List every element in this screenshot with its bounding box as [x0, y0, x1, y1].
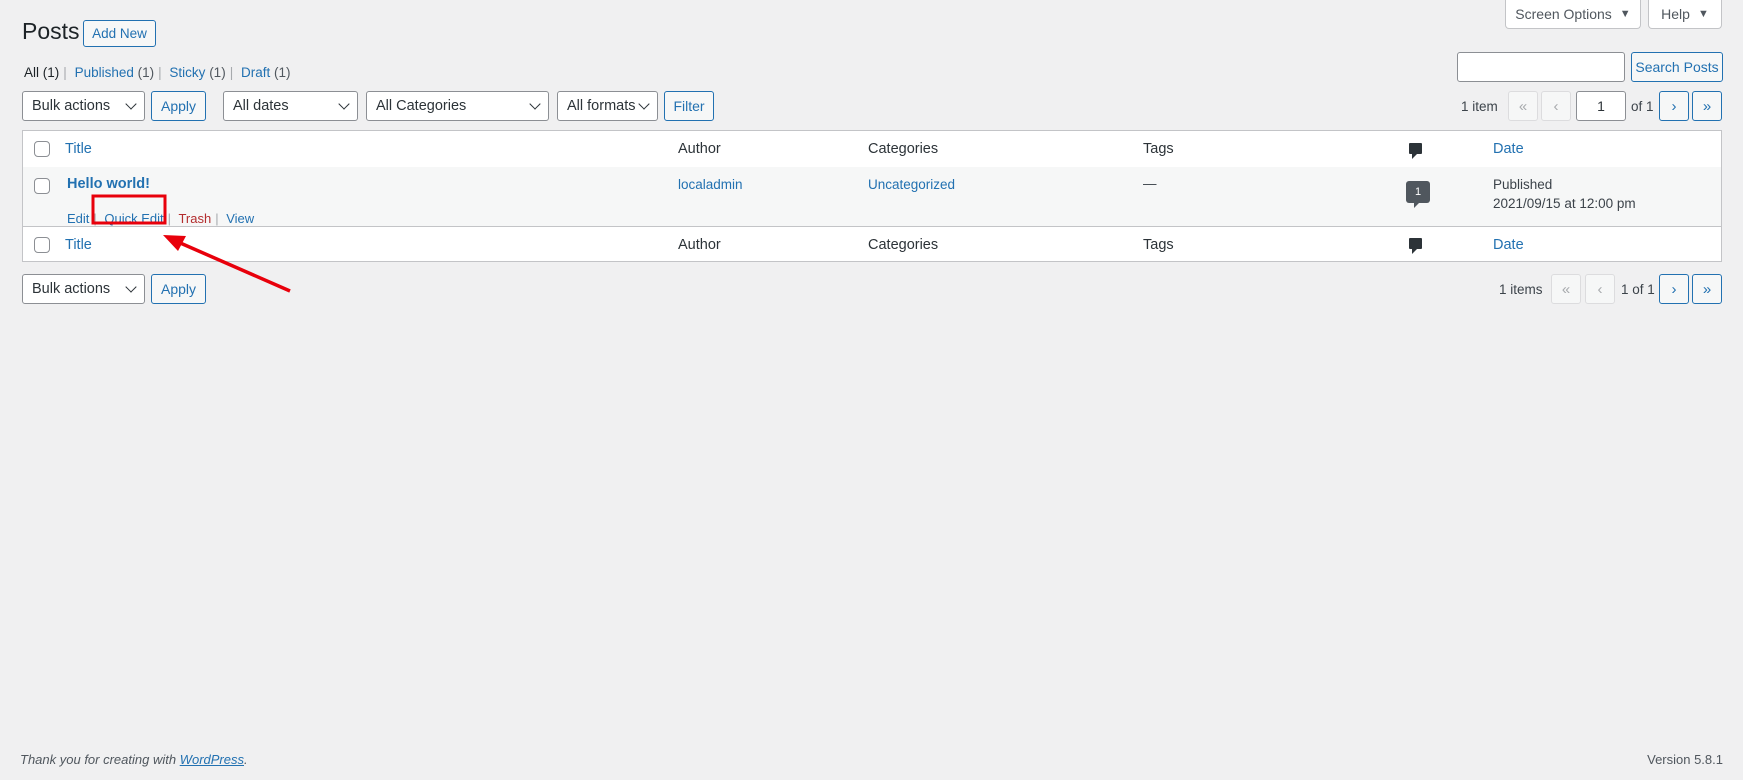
wordpress-link[interactable]: WordPress: [180, 752, 244, 767]
footer-thanks: Thank you for creating with WordPress.: [20, 752, 248, 767]
annotation-arrow-shaft: [177, 240, 291, 293]
quick-edit-annotation: [91, 194, 291, 293]
highlight-box: [91, 194, 167, 225]
footer-thanks-prefix: Thank you for creating with: [20, 752, 180, 767]
footer-version: Version 5.8.1: [1647, 752, 1723, 767]
footer-thanks-suffix: .: [244, 752, 248, 767]
